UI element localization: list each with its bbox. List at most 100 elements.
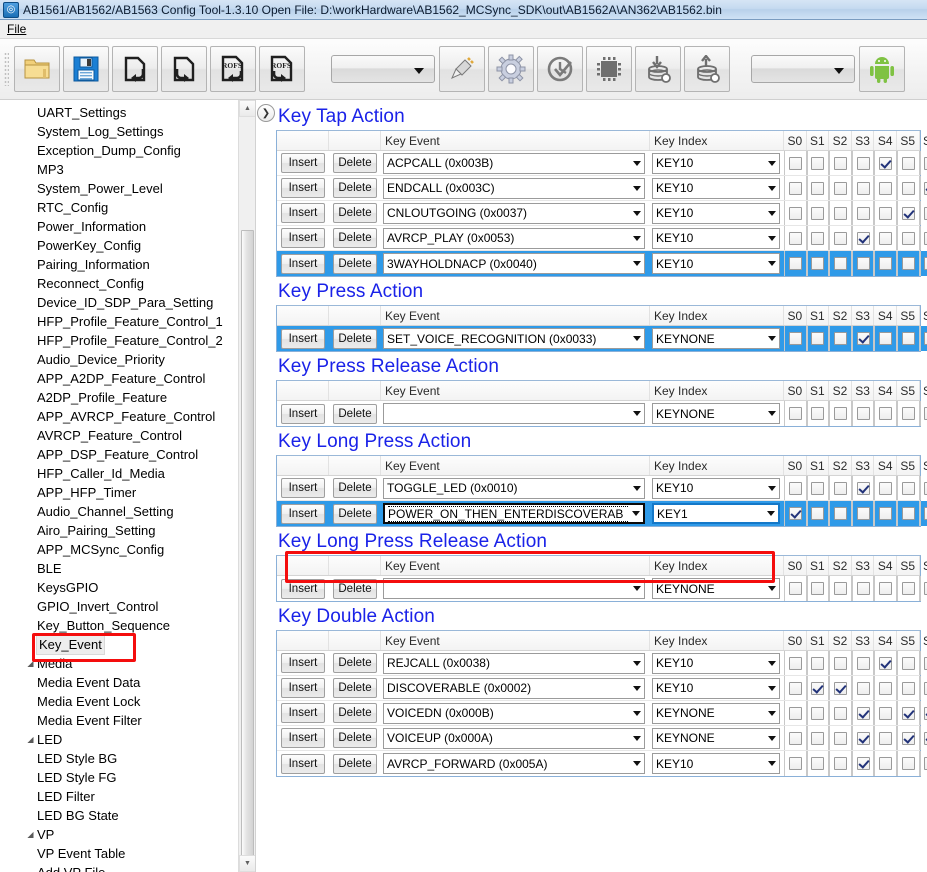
state-checkbox-s3[interactable] bbox=[856, 656, 870, 670]
key-index-select[interactable]: KEYNONE bbox=[652, 328, 780, 349]
state-cell-s1[interactable] bbox=[806, 651, 830, 675]
chevron-down-icon[interactable] bbox=[628, 511, 643, 516]
sidebar-item-app-avrcp-feature-control[interactable]: APP_AVRCP_Feature_Control bbox=[0, 407, 238, 426]
chevron-down-icon[interactable] bbox=[764, 586, 779, 591]
key-index-select[interactable]: KEY10 bbox=[652, 677, 780, 699]
chevron-down-icon[interactable] bbox=[764, 761, 779, 766]
state-checkbox-s5[interactable] bbox=[901, 706, 915, 720]
state-checkbox-s3[interactable] bbox=[856, 156, 870, 170]
state-checkbox-s2[interactable] bbox=[833, 507, 847, 520]
state-checkbox-s0[interactable] bbox=[788, 332, 802, 345]
chevron-down-icon[interactable] bbox=[764, 685, 779, 691]
state-cell-s2[interactable] bbox=[829, 251, 852, 276]
sidebar-item-hfp-caller-id-media[interactable]: HFP_Caller_Id_Media bbox=[0, 464, 238, 483]
state-cell-s4[interactable] bbox=[874, 676, 897, 700]
state-checkbox-s1[interactable] bbox=[811, 507, 825, 520]
delete-button[interactable]: Delete bbox=[333, 228, 377, 248]
state-cell-s6[interactable] bbox=[919, 651, 927, 675]
key-index-select[interactable]: KEY10 bbox=[652, 152, 780, 174]
sidebar-item-led-style-bg[interactable]: LED Style BG bbox=[0, 749, 238, 768]
save-button[interactable] bbox=[63, 46, 109, 92]
state-cell-s4[interactable] bbox=[874, 701, 897, 725]
chevron-down-icon[interactable] bbox=[764, 261, 779, 266]
state-checkbox-s2[interactable] bbox=[833, 731, 847, 745]
state-cell-s5[interactable] bbox=[896, 501, 920, 526]
state-cell-s3[interactable] bbox=[851, 401, 875, 426]
chevron-down-icon[interactable] bbox=[629, 160, 644, 166]
state-checkbox-s1[interactable] bbox=[811, 231, 825, 245]
state-checkbox-s5[interactable] bbox=[901, 681, 915, 695]
state-cell-s6[interactable] bbox=[919, 751, 927, 776]
clock-check-button[interactable] bbox=[537, 46, 583, 92]
chevron-down-icon[interactable] bbox=[629, 710, 644, 716]
sidebar-item-led-filter[interactable]: LED Filter bbox=[0, 787, 238, 806]
state-checkbox-s4[interactable] bbox=[879, 257, 893, 270]
state-cell-s2[interactable] bbox=[829, 226, 852, 250]
state-cell-s1[interactable] bbox=[806, 326, 830, 351]
state-cell-s2[interactable] bbox=[829, 401, 852, 426]
state-checkbox-s5[interactable] bbox=[901, 156, 915, 170]
sidebar-item-audio-channel-setting[interactable]: Audio_Channel_Setting bbox=[0, 502, 238, 521]
state-cell-s0[interactable] bbox=[784, 226, 807, 250]
sidebar-item-avrcp-feature-control[interactable]: AVRCP_Feature_Control bbox=[0, 426, 238, 445]
sidebar-item-audio-device-priority[interactable]: Audio_Device_Priority bbox=[0, 350, 238, 369]
state-checkbox-s5[interactable] bbox=[901, 407, 915, 420]
state-checkbox-s3[interactable] bbox=[856, 731, 870, 745]
sidebar-item-app-mcsync-config[interactable]: APP_MCSync_Config bbox=[0, 540, 238, 559]
state-cell-s4[interactable] bbox=[874, 401, 897, 426]
state-checkbox-s3[interactable] bbox=[856, 681, 870, 695]
state-checkbox-s4[interactable] bbox=[879, 731, 893, 745]
tree-expand-arrow-icon[interactable]: ◢ bbox=[24, 825, 37, 844]
sidebar-item-powerkey-config[interactable]: PowerKey_Config bbox=[0, 236, 238, 255]
state-checkbox-s3[interactable] bbox=[856, 507, 870, 520]
download-db-button[interactable] bbox=[635, 46, 681, 92]
state-checkbox-s4[interactable] bbox=[879, 582, 893, 595]
state-cell-s6[interactable] bbox=[919, 151, 927, 175]
scroll-up-arrow[interactable]: ▲ bbox=[239, 100, 255, 117]
sidebar-item-reconnect-config[interactable]: Reconnect_Config bbox=[0, 274, 238, 293]
state-cell-s0[interactable] bbox=[784, 501, 807, 526]
tree-expand-arrow-icon[interactable]: ◢ bbox=[24, 730, 37, 749]
state-cell-s1[interactable] bbox=[806, 751, 830, 776]
chevron-down-icon[interactable] bbox=[629, 660, 644, 666]
state-checkbox-s4[interactable] bbox=[879, 231, 893, 245]
state-checkbox-s5[interactable] bbox=[901, 257, 915, 270]
key-event-select[interactable]: CNLOUTGOING (0x0037) bbox=[383, 202, 645, 224]
state-cell-s6[interactable] bbox=[919, 326, 927, 351]
state-cell-s2[interactable] bbox=[829, 476, 852, 500]
open-folder-button[interactable] bbox=[14, 46, 60, 92]
sidebar-item-led[interactable]: ◢ LED bbox=[0, 730, 238, 749]
delete-button[interactable]: Delete bbox=[333, 703, 377, 723]
state-cell-s6[interactable] bbox=[919, 226, 927, 250]
delete-button[interactable]: Delete bbox=[333, 678, 377, 698]
insert-button[interactable]: Insert bbox=[281, 578, 325, 599]
state-checkbox-s0[interactable] bbox=[788, 407, 802, 420]
delete-button[interactable]: Delete bbox=[333, 478, 377, 498]
menu-item-file[interactable]: File bbox=[0, 20, 33, 38]
state-cell-s3[interactable] bbox=[851, 751, 875, 776]
state-checkbox-s0[interactable] bbox=[788, 156, 802, 170]
chevron-down-icon[interactable] bbox=[629, 235, 644, 241]
state-cell-s0[interactable] bbox=[784, 176, 807, 200]
sidebar-item-system-power-level[interactable]: System_Power_Level bbox=[0, 179, 238, 198]
state-checkbox-s3[interactable] bbox=[856, 407, 870, 420]
state-cell-s1[interactable] bbox=[806, 151, 830, 175]
state-checkbox-s1[interactable] bbox=[811, 332, 825, 345]
key-event-select[interactable]: AVRCP_FORWARD (0x005A) bbox=[383, 753, 645, 774]
state-cell-s6[interactable] bbox=[919, 576, 927, 601]
state-checkbox-s1[interactable] bbox=[811, 757, 825, 770]
state-checkbox-s5[interactable] bbox=[901, 206, 915, 220]
delete-button[interactable]: Delete bbox=[333, 728, 377, 748]
state-checkbox-s5[interactable] bbox=[901, 507, 915, 520]
sidebar-item-uart-settings[interactable]: UART_Settings bbox=[0, 103, 238, 122]
state-cell-s3[interactable] bbox=[851, 251, 875, 276]
chevron-down-icon[interactable] bbox=[629, 685, 644, 691]
state-cell-s6[interactable] bbox=[919, 176, 927, 200]
import-rofs-button[interactable]: ROFS bbox=[210, 46, 256, 92]
sidebar-item-power-information[interactable]: Power_Information bbox=[0, 217, 238, 236]
key-event-select[interactable]: REJCALL (0x0038) bbox=[383, 652, 645, 674]
chevron-down-icon[interactable] bbox=[764, 336, 779, 341]
state-checkbox-s2[interactable] bbox=[833, 156, 847, 170]
sidebar-item-media-event-filter[interactable]: Media Event Filter bbox=[0, 711, 238, 730]
chevron-down-icon[interactable] bbox=[764, 710, 779, 716]
